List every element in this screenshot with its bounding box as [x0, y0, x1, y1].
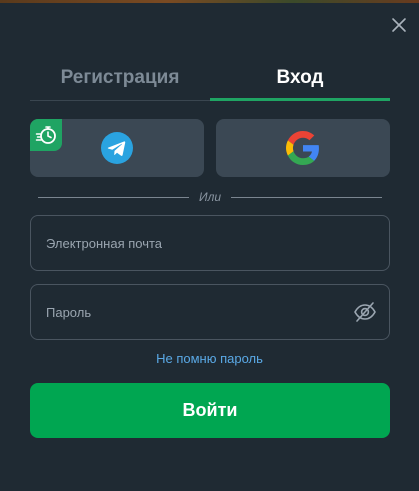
email-field-wrapper: [30, 215, 390, 271]
password-input[interactable]: [31, 285, 336, 339]
forgot-password-link[interactable]: Не помню пароль: [0, 351, 419, 366]
auth-modal: Регистрация Вход Или Электронная почта Н…: [0, 3, 419, 491]
google-login-button[interactable]: [216, 119, 390, 177]
bonus-timer-icon: [35, 126, 56, 144]
telegram-login-button[interactable]: [30, 119, 204, 177]
close-icon: [392, 18, 406, 32]
divider-line-left: [38, 196, 189, 198]
social-login-row: [30, 119, 390, 177]
auth-tabs: Регистрация Вход: [30, 59, 390, 103]
email-input[interactable]: [31, 216, 336, 270]
eye-off-icon: [354, 302, 376, 322]
tab-register[interactable]: Регистрация: [30, 59, 210, 101]
google-icon: [286, 131, 319, 165]
tab-login[interactable]: Вход: [210, 59, 390, 101]
divider-line-right: [231, 196, 382, 198]
telegram-icon: [101, 132, 133, 164]
promo-badge: [30, 119, 62, 151]
or-divider: Или: [38, 189, 382, 205]
login-submit-button[interactable]: Войти: [30, 383, 390, 438]
password-field-wrapper: [30, 284, 390, 340]
divider-text: Или: [198, 190, 222, 204]
password-visibility-toggle[interactable]: [353, 300, 377, 324]
close-button[interactable]: [389, 15, 409, 35]
